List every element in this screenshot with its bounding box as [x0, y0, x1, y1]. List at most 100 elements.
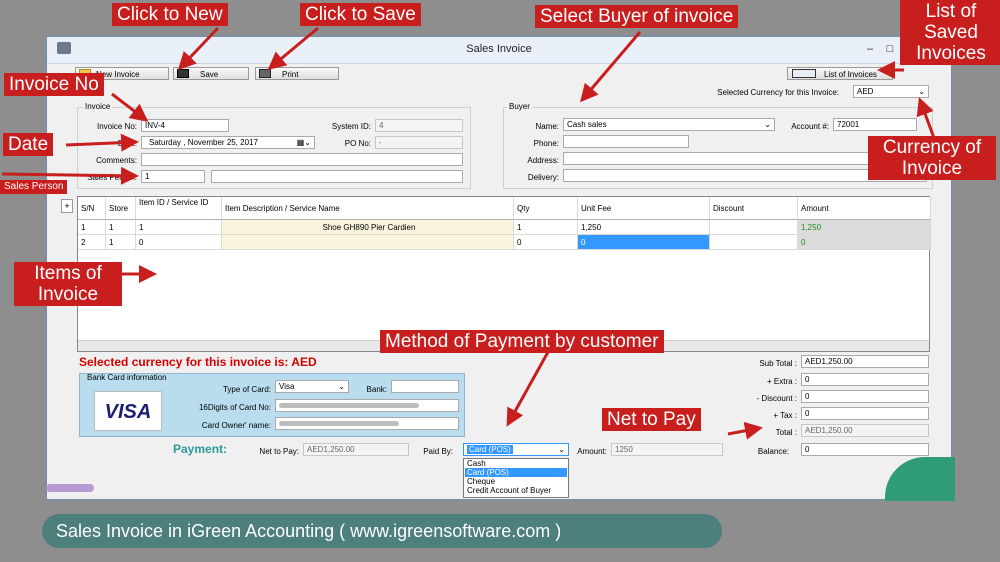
net-to-pay-label: Net to Pay: — [259, 447, 299, 456]
paid-by-dropdown-list: Cash Card (POS) Cheque Credit Account of… — [463, 458, 569, 498]
column-header-sn[interactable]: S/N — [78, 197, 106, 220]
taskbar-fragment — [46, 484, 94, 492]
buyer-name-select[interactable]: Cash sales ⌄ — [563, 118, 775, 131]
bank-field[interactable] — [391, 380, 459, 393]
card-type-select[interactable]: Visa ⌄ — [275, 380, 349, 393]
column-header-item-id[interactable]: Item ID / Service ID — [136, 197, 222, 220]
total-field: AED1,250.00 — [801, 424, 929, 437]
invoice-no-label: Invoice No: — [96, 122, 137, 131]
maximize-button[interactable]: □ — [881, 41, 899, 57]
column-header-description[interactable]: Item Description / Service Name — [222, 197, 514, 220]
column-header-amount[interactable]: Amount — [798, 197, 931, 220]
sales-person-label: Sales Person: — [87, 173, 137, 182]
cell-unit-fee[interactable]: 1,250 — [578, 220, 710, 235]
annotation-select-buyer: Select Buyer of invoice — [535, 5, 739, 28]
items-grid: S/N Store Item ID / Service ID Item Desc… — [77, 196, 931, 352]
annotation-click-to-new: Click to New — [112, 3, 228, 26]
annotation-net-to-pay: Net to Pay — [602, 408, 701, 431]
discount-field[interactable]: 0 — [801, 390, 929, 403]
discount-label: - Discount : — [756, 394, 797, 403]
card-info-title: Bank Card information — [87, 373, 167, 382]
sales-invoice-window: Sales Invoice – □ ✕ New Invoice Save Pri… — [46, 36, 955, 501]
phone-field[interactable] — [563, 135, 689, 148]
cell-unit-fee[interactable]: 0 — [578, 235, 710, 250]
printer-icon — [259, 69, 271, 78]
paid-by-select[interactable]: Card (POS) ⌄ — [463, 443, 569, 456]
cell-description[interactable] — [222, 235, 514, 250]
tax-field[interactable]: 0 — [801, 407, 929, 420]
cell-qty[interactable]: 1 — [514, 220, 578, 235]
invoice-group-title: Invoice — [83, 102, 113, 111]
minimize-button[interactable]: – — [861, 41, 879, 57]
annotation-invoice-no: Invoice No — [4, 73, 104, 96]
chevron-down-icon: ⌄ — [338, 382, 345, 391]
total-label: Total : — [775, 428, 797, 437]
cell-store[interactable]: 1 — [106, 220, 136, 235]
sales-person-name-field[interactable] — [211, 170, 463, 183]
comments-label: Comments: — [96, 156, 137, 165]
payment-option-credit[interactable]: Credit Account of Buyer — [465, 486, 567, 495]
net-to-pay-field: AED1,250.00 — [303, 443, 409, 456]
column-header-unit-fee[interactable]: Unit Fee — [578, 197, 710, 220]
sales-person-id-field[interactable]: 1 — [141, 170, 205, 183]
balance-field: 0 — [801, 443, 929, 456]
cell-discount[interactable] — [710, 235, 798, 250]
annotation-list-of-saved-invoices: List of Saved Invoices — [900, 0, 1000, 65]
currency-select[interactable]: AED ⌄ — [853, 85, 929, 98]
amount-field: 1250 — [611, 443, 723, 456]
card-owner-mask — [279, 421, 399, 426]
add-row-button[interactable]: + — [61, 199, 73, 213]
print-button[interactable]: Print — [255, 67, 339, 80]
card-owner-field[interactable] — [275, 417, 459, 430]
list-of-invoices-button[interactable]: List of Invoices — [787, 67, 893, 80]
brand-logo-fragment — [885, 457, 955, 501]
extra-field[interactable]: 0 — [801, 373, 929, 386]
paid-by-label: Paid By: — [423, 447, 453, 456]
card-type-value: Visa — [279, 382, 295, 391]
annotation-method-of-payment: Method of Payment by customer — [380, 330, 664, 353]
payment-option-cheque[interactable]: Cheque — [465, 477, 567, 486]
chevron-down-icon: ⌄ — [764, 120, 771, 129]
account-label: Account #: — [791, 122, 829, 131]
column-header-qty[interactable]: Qty — [514, 197, 578, 220]
buyer-group-title: Buyer — [507, 102, 532, 111]
date-picker[interactable]: Saturday , November 25, 2017 ▦⌄ — [141, 136, 315, 149]
card-digits-label: 16Digits of Card No: — [198, 403, 271, 412]
column-header-store[interactable]: Store — [106, 197, 136, 220]
phone-label: Phone: — [533, 139, 559, 148]
comments-field[interactable] — [141, 153, 463, 166]
payment-label: Payment: — [173, 442, 228, 456]
address-label: Address: — [527, 156, 559, 165]
cell-sn: 1 — [78, 220, 106, 235]
date-label: Date: — [117, 139, 137, 148]
cell-item-id[interactable]: 1 — [136, 220, 222, 235]
tax-label: + Tax : — [773, 411, 797, 420]
cell-sn: 2 — [78, 235, 106, 250]
annotation-sales-person: Sales Person — [0, 180, 68, 194]
card-digits-field[interactable] — [275, 399, 459, 412]
invoice-no-field[interactable]: INV-4 — [141, 119, 229, 132]
subtotal-label: Sub Total : — [759, 359, 797, 368]
annotation-currency-of-invoice: Currency of Invoice — [868, 136, 996, 180]
cell-qty[interactable]: 0 — [514, 235, 578, 250]
currency-label: Selected Currency for this Invoice: — [717, 88, 839, 97]
payment-option-cash[interactable]: Cash — [465, 459, 567, 468]
payment-option-card-pos[interactable]: Card (POS) — [465, 468, 567, 477]
po-no-label: PO No: — [344, 139, 371, 148]
cell-discount[interactable] — [710, 220, 798, 235]
currency-value: AED — [857, 87, 874, 96]
cell-item-id[interactable]: 0 — [136, 235, 222, 250]
account-field[interactable]: 72001 — [833, 118, 917, 131]
cell-amount: 1,250 — [798, 220, 931, 235]
card-owner-label: Card Owner' name: — [201, 421, 271, 430]
title-bar: Sales Invoice – □ ✕ — [47, 37, 951, 64]
system-id-label: System ID: — [331, 122, 371, 131]
save-button[interactable]: Save — [173, 67, 249, 80]
column-header-discount[interactable]: Discount — [710, 197, 798, 220]
chevron-down-icon: ⌄ — [558, 445, 565, 454]
annotation-date: Date — [3, 133, 54, 156]
cell-description[interactable]: Shoe GH890 Pier Cardien — [222, 220, 514, 235]
cell-store[interactable]: 1 — [106, 235, 136, 250]
currency-note: Selected currency for this invoice is: A… — [79, 355, 317, 369]
subtotal-field: AED1,250.00 — [801, 355, 929, 368]
